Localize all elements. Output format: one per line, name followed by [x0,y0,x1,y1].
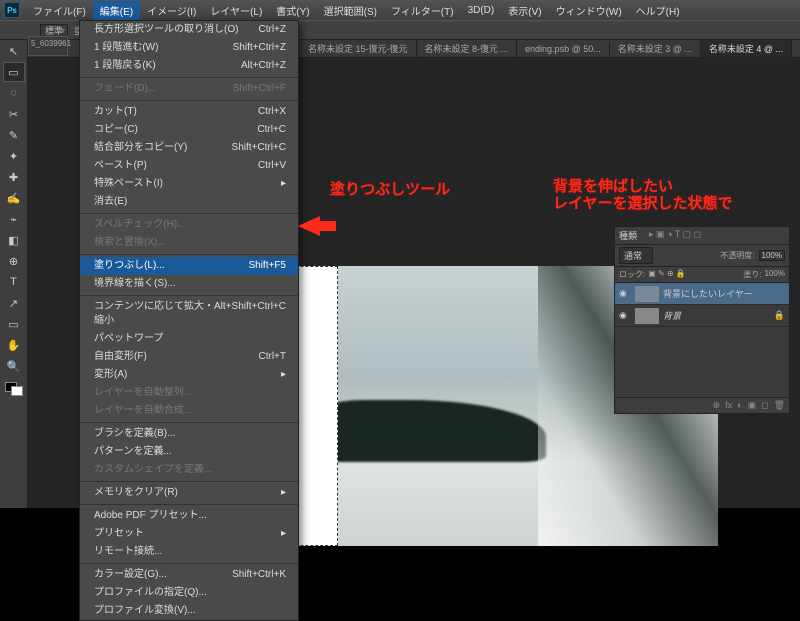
path-tool[interactable]: ↗ [3,293,25,313]
layers-panel: 種類 ▸ ▣ ◑ T ▢ ◻ 通常 不透明度: 100% ロック: ▣ ✎ ⊕ … [614,226,790,414]
fx-icon[interactable]: fx [725,400,732,411]
menu-item[interactable]: プロファイル変換(V)... [80,602,298,620]
layers-footer: ⊕ fx ◐ ▣ ◻ 🗑 [615,397,789,413]
arrow-left-icon [298,216,320,236]
dodge-tool[interactable]: ⊕ [3,251,25,271]
menu-item[interactable]: プリセット▸ [80,525,298,543]
menu-item[interactable]: 結合部分をコピー(Y)Shift+Ctrl+C [80,139,298,157]
crop-tool[interactable]: ✂ [3,104,25,124]
doc-tab[interactable]: 名称未設定 15-復元-復元 [300,40,417,57]
eraser-tool[interactable]: ⌁ [3,209,25,229]
menu-item[interactable]: カット(T)Ctrl+X [80,103,298,121]
menu-item: カスタムシェイプを定義... [80,461,298,479]
opacity-value[interactable]: 100% [759,250,785,261]
menu-file[interactable]: ファイル(F) [26,1,93,20]
menu-item[interactable]: コンテンツに応じて拡大・縮小Alt+Shift+Ctrl+C [80,298,298,330]
menu-item[interactable]: 消去(E) [80,193,298,211]
menu-item[interactable]: 変形(A)▸ [80,366,298,384]
layer-row[interactable]: ◉ 背景 🔒 [615,305,789,327]
menu-view[interactable]: 表示(V) [501,1,548,20]
app-icon: Ps [4,2,20,18]
menu-item[interactable]: コピー(C)Ctrl+C [80,121,298,139]
menu-item: スペルチェック(H)... [80,216,298,234]
lasso-tool[interactable]: ◌ [3,83,25,103]
menu-item: 検索と置換(X)... [80,234,298,252]
layer-name: 背景にしたいレイヤー [663,287,753,300]
doc-tab[interactable]: ending.psb @ 50... [517,42,610,56]
menu-select[interactable]: 選択範囲(S) [317,1,384,20]
menu-filter[interactable]: フィルター(T) [384,1,461,20]
layer-row-selected[interactable]: ◉ 背景にしたいレイヤー [615,283,789,305]
menu-item: フェード(D)...Shift+Ctrl+F [80,80,298,98]
menu-item[interactable]: 境界線を描く(S)... [80,275,298,293]
layer-thumbnail [635,286,659,302]
trash-icon[interactable]: 🗑 [774,400,785,411]
doc-tab[interactable]: 名称未設定 8-復元 ... [417,40,518,57]
layer-name: 背景 [663,309,681,322]
menu-item[interactable]: 長方形選択ツールの取り消し(O)Ctrl+Z [80,21,298,39]
annotation-fill: 塗りつぶしツール [330,178,450,199]
doc-tab[interactable]: 名称未設 [792,40,800,57]
menu-type[interactable]: 書式(Y) [269,1,316,20]
layers-filter-label[interactable]: 種類 [619,229,637,242]
adjustment-icon[interactable]: ▣ [748,400,757,411]
heal-tool[interactable]: ✦ [3,146,25,166]
type-tool[interactable]: T [3,272,25,292]
menu-bar: Ps ファイル(F) 編集(E) イメージ(I) レイヤー(L) 書式(Y) 選… [0,0,800,20]
menu-help[interactable]: ヘルプ(H) [629,1,687,20]
menu-item[interactable]: 自由変形(F)Ctrl+T [80,348,298,366]
menu-item[interactable]: Adobe PDF プリセット... [80,507,298,525]
edit-menu-dropdown: 長方形選択ツールの取り消し(O)Ctrl+Z1 段階進む(W)Shift+Ctr… [79,20,299,621]
gradient-tool[interactable]: ◧ [3,230,25,250]
move-tool[interactable]: ↖ [3,41,25,61]
opacity-label: 不透明度: [720,250,754,261]
menu-item: レイヤーを自動整列... [80,384,298,402]
blend-mode-dropdown[interactable]: 通常 [619,247,653,264]
link-icon[interactable]: ⊕ [713,400,721,411]
fill-opacity-value[interactable]: 100% [765,269,785,280]
lock-label: ロック: [619,269,645,280]
color-swatch[interactable] [5,382,23,396]
menu-item[interactable]: メモリをクリア(R)▸ [80,484,298,502]
menu-item[interactable]: 1 段階進む(W)Shift+Ctrl+Z [80,39,298,57]
menu-item[interactable]: 1 段階戻る(K)Alt+Ctrl+Z [80,57,298,75]
stamp-tool[interactable]: ✍ [3,188,25,208]
lock-icon: 🔒 [774,310,785,321]
doc-tab-active[interactable]: 名称未設定 4 @ ... [701,40,792,57]
menu-item[interactable]: ペースト(P)Ctrl+V [80,157,298,175]
shape-tool[interactable]: ▭ [3,314,25,334]
menu-item: レイヤーを自動合成... [80,402,298,420]
eyedropper-tool[interactable]: ✎ [3,125,25,145]
menu-item[interactable]: パペットワープ [80,330,298,348]
mask-icon[interactable]: ◐ [737,400,742,411]
layer-thumbnail [635,308,659,324]
doc-tab[interactable]: 名称未設定 3 @ ... [610,40,701,57]
menu-item[interactable]: カラー設定(G)...Shift+Ctrl+K [80,566,298,584]
visibility-icon[interactable]: ◉ [619,310,631,321]
marquee-tool[interactable]: ▭ [3,62,25,82]
menu-item[interactable]: ブラシを定義(B)... [80,425,298,443]
menu-item[interactable]: プロファイルの指定(Q)... [80,584,298,602]
zoom-tool[interactable]: 🔍 [3,356,25,376]
visibility-icon[interactable]: ◉ [619,288,631,299]
menu-3d[interactable]: 3D(D) [461,3,502,18]
tool-palette: ↖ ▭ ◌ ✂ ✎ ✦ ✚ ✍ ⌁ ◧ ⊕ T ↗ ▭ ✋ 🔍 [0,40,28,508]
annotation-layer: 背景を伸ばしたい レイヤーを選択した状態で [553,178,733,212]
mode-dropdown[interactable]: 標準▾ [40,24,68,37]
hand-tool[interactable]: ✋ [3,335,25,355]
ruler-readout: 5_6039961 [28,36,68,56]
menu-item[interactable]: 特殊ペースト(I)▸ [80,175,298,193]
menu-layer[interactable]: レイヤー(L) [203,1,269,20]
menu-image[interactable]: イメージ(I) [140,1,203,20]
new-layer-icon[interactable]: ◻ [761,400,768,411]
menu-item[interactable]: リモート接続... [80,543,298,561]
menu-item[interactable]: 塗りつぶし(L)...Shift+F5 [80,257,298,275]
brush-tool[interactable]: ✚ [3,167,25,187]
fill-opacity-label: 塗り: [743,269,761,280]
menu-edit[interactable]: 編集(E) [93,1,140,20]
menu-item[interactable]: パターンを定義... [80,443,298,461]
menu-window[interactable]: ウィンドウ(W) [549,1,629,20]
